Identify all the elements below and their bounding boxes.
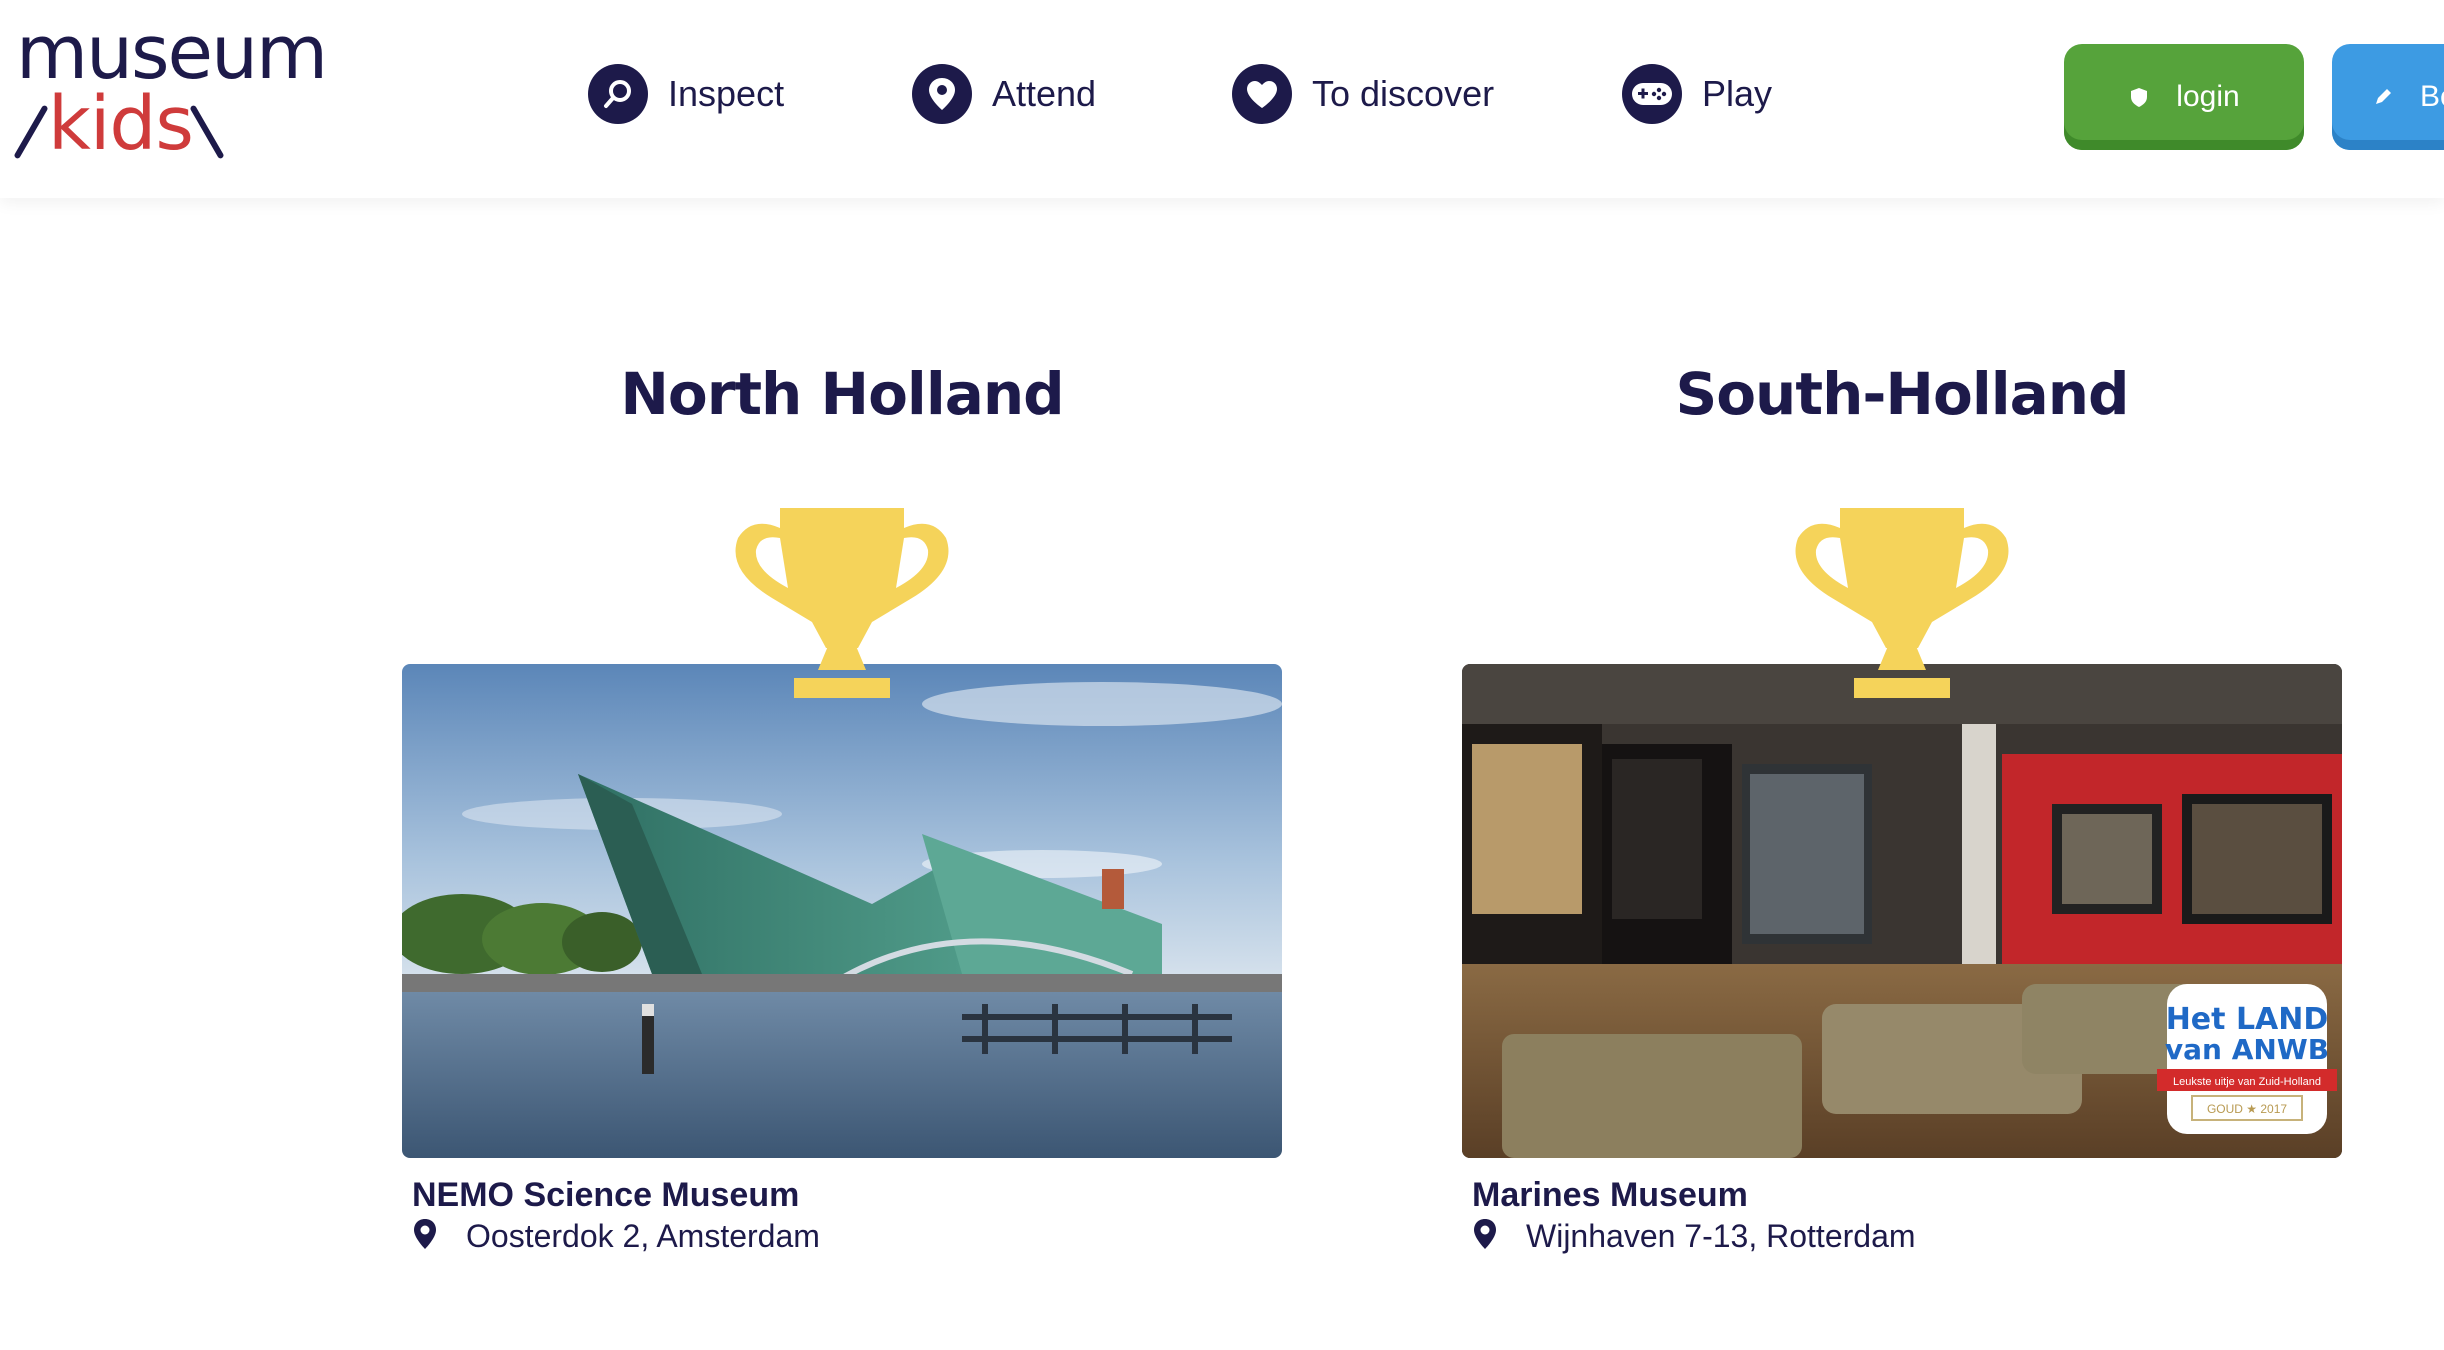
- region-title: South-Holland: [1675, 360, 2129, 428]
- register-button[interactable]: Be: [2332, 44, 2444, 150]
- nav-label-play: Play: [1702, 73, 1773, 114]
- pencil-icon: [2376, 89, 2391, 104]
- gamepad-icon: [1622, 64, 1682, 124]
- museum-address-text: Oosterdok 2, Amsterdam: [466, 1218, 820, 1254]
- trophy-icon: [1795, 508, 2009, 698]
- nav-label-inspect: Inspect: [668, 73, 785, 114]
- museumkids-logo[interactable]: museum kids: [13, 16, 328, 172]
- logo-text-museum: museum: [16, 10, 328, 96]
- museum-name[interactable]: Marines Museum: [1472, 1176, 1748, 1215]
- region-title: North Holland: [620, 360, 1064, 428]
- search-icon: [588, 64, 648, 124]
- nav-item-play[interactable]: Play: [1622, 62, 1772, 126]
- badge-ribbon: Leukste uitje van Zuid-Holland: [2173, 1076, 2321, 1088]
- location-pin-icon: [414, 1218, 436, 1249]
- site-header: museum kids Inspect Attend To discover P…: [0, 0, 2444, 198]
- badge-line2: van ANWB: [2165, 1033, 2329, 1066]
- logo-slash-left: [13, 104, 49, 160]
- nav-item-inspect[interactable]: Inspect: [588, 62, 784, 126]
- shield-icon: [2131, 88, 2148, 107]
- nav-label-to-discover: To discover: [1312, 73, 1495, 114]
- trophy-icon: [735, 508, 949, 698]
- login-button[interactable]: login: [2064, 44, 2304, 150]
- heart-icon: [1232, 64, 1292, 124]
- register-button-label: Be: [2420, 80, 2444, 113]
- museum-name[interactable]: NEMO Science Museum: [412, 1176, 799, 1215]
- badge-award: GOUD ★ 2017: [2207, 1102, 2287, 1116]
- museum-address: Wijnhaven 7-13, Rotterdam: [1472, 1218, 1916, 1255]
- location-pin-icon: [1474, 1218, 1496, 1249]
- badge-line1: Het LAND: [2166, 1002, 2329, 1037]
- nav-item-to-discover[interactable]: To discover: [1232, 62, 1494, 126]
- logo-text-kids: kids: [48, 81, 194, 167]
- museum-address: Oosterdok 2, Amsterdam: [412, 1218, 820, 1255]
- logo-slash-right: [189, 104, 225, 160]
- location-pin-icon: [912, 64, 972, 124]
- login-button-label: login: [2176, 80, 2240, 113]
- nav-label-attend: Attend: [992, 73, 1097, 114]
- nav-item-attend[interactable]: Attend: [912, 62, 1096, 126]
- museum-photo-marines[interactable]: Het LAND van ANWB Leukste uitje van Zuid…: [1462, 664, 2342, 1158]
- anwb-award-badge: Het LAND van ANWB Leukste uitje van Zuid…: [2157, 984, 2337, 1134]
- museum-photo-nemo[interactable]: [402, 664, 1282, 1158]
- museum-address-text: Wijnhaven 7-13, Rotterdam: [1526, 1218, 1916, 1254]
